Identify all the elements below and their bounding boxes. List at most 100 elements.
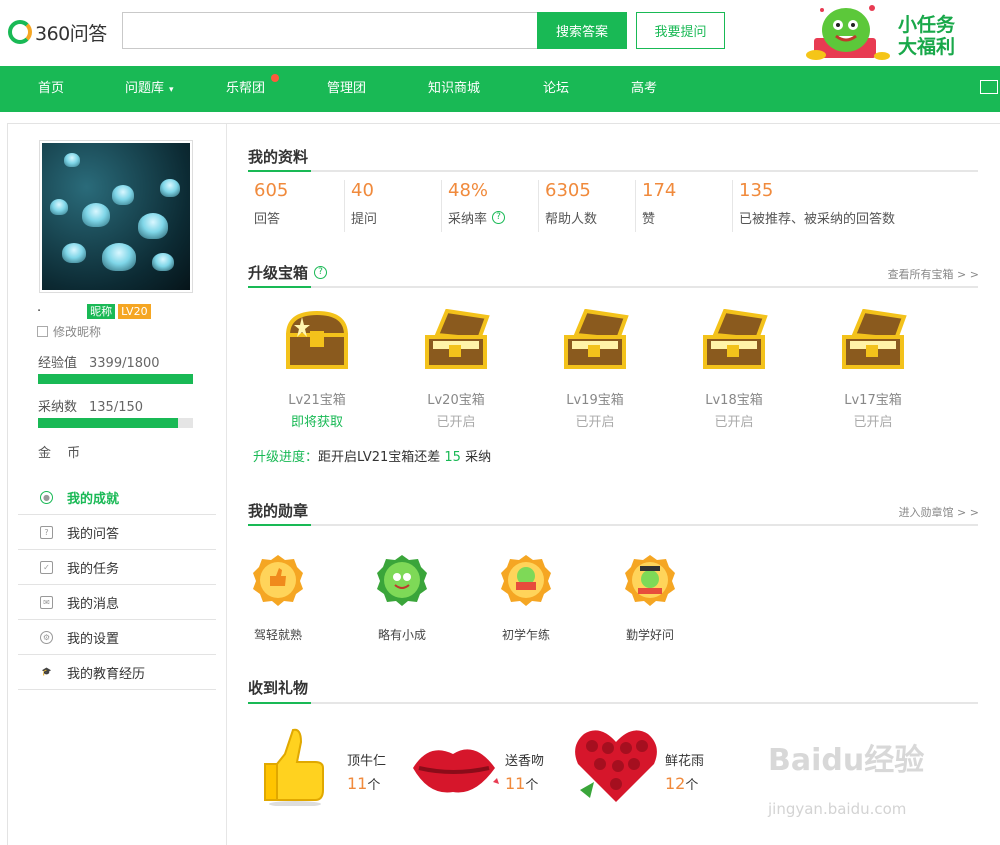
ask-question-button[interactable]: 我要提问 xyxy=(636,12,725,49)
open-chest-icon xyxy=(703,308,768,369)
chest-status: 已开启 xyxy=(714,415,754,430)
exp-value: 3399/1800 xyxy=(89,356,160,371)
chest-status: 已开启 xyxy=(436,415,476,430)
nav-item-label: 问题库 xyxy=(125,81,165,96)
stat-questions[interactable]: 40 提问 xyxy=(345,180,442,232)
gift-name: 顶牛仁 xyxy=(347,754,387,769)
gift-count: 11 xyxy=(505,774,526,793)
open-chest-icon xyxy=(425,308,490,369)
stat-label: 已被推荐、被采纳的回答数 xyxy=(739,212,896,227)
chest-item[interactable]: Lv20宝箱 已开启 xyxy=(406,308,506,430)
calendar-icon: ✓ xyxy=(40,560,53,574)
stat-label: 回答 xyxy=(254,212,281,227)
stat-recommended[interactable]: 135 已被推荐、被采纳的回答数 xyxy=(733,180,933,232)
edit-icon xyxy=(37,326,48,337)
chest-name: Lv21宝箱 xyxy=(288,393,346,408)
help-icon[interactable]: ? xyxy=(314,266,328,279)
nav-item-management[interactable]: 管理团 xyxy=(327,66,366,112)
medal-item[interactable]: 初学乍练 xyxy=(481,554,571,643)
exp-progress-bar xyxy=(38,374,193,384)
progress-label: 升级进度： xyxy=(253,450,319,465)
sidebar-item-messages[interactable]: ✉ 我的消息 xyxy=(18,585,216,620)
gift-count-row: 11个 xyxy=(347,774,407,793)
logo-text: 360问答 xyxy=(35,22,107,45)
promo-banner[interactable]: 小任务 大福利 xyxy=(800,0,990,64)
nav-item-home[interactable]: 首页 xyxy=(38,66,64,112)
nav-item-forum[interactable]: 论坛 xyxy=(543,66,569,112)
avatar[interactable] xyxy=(39,140,193,293)
adopt-value: 135/150 xyxy=(89,400,144,415)
progress-number: 15 xyxy=(444,450,461,465)
medal-name: 略有小成 xyxy=(377,628,426,642)
stat-likes[interactable]: 174 赞 xyxy=(636,180,733,232)
nav-item-question-bank[interactable]: 问题库 ▾ xyxy=(125,66,174,112)
stat-value: 174 xyxy=(642,180,677,201)
coin-label: 金 币 xyxy=(38,446,87,461)
question-icon: ? xyxy=(40,525,53,539)
gift-count-row: 11个 xyxy=(505,774,565,793)
sidebar-item-achievements[interactable]: ● 我的成就 xyxy=(18,480,216,515)
medal-name: 初学乍练 xyxy=(501,628,550,642)
search-input[interactable] xyxy=(122,12,538,49)
chest-status: 已开启 xyxy=(575,415,615,430)
progress-unit: 采纳 xyxy=(465,450,492,465)
help-icon[interactable]: ? xyxy=(492,211,506,224)
sidebar-item-label: 我的消息 xyxy=(67,596,120,612)
chest-name: Lv20宝箱 xyxy=(427,393,485,408)
chest-status: 即将获取 xyxy=(290,415,343,430)
thumbs-up-icon xyxy=(264,728,324,806)
chest-section-header: 升级宝箱 ? xyxy=(248,262,328,283)
sidebar-item-settings[interactable]: ⚙ 我的设置 xyxy=(18,620,216,655)
stat-helped[interactable]: 6305 帮助人数 xyxy=(539,180,636,232)
nickname: · xyxy=(37,303,42,319)
notification-dot xyxy=(271,74,279,82)
stat-value: 48% xyxy=(448,180,489,201)
medal-item[interactable]: 驾轻就熟 xyxy=(233,554,323,643)
closed-chest-icon xyxy=(285,310,349,369)
stat-adopt-rate[interactable]: 48% 采纳率? xyxy=(442,180,539,232)
watermark-logo: Baidu经验 xyxy=(768,743,925,778)
nickname-badge: 昵称 xyxy=(87,303,116,319)
nav-item-gaokao[interactable]: 高考 xyxy=(631,66,657,112)
edit-nickname-link[interactable]: 修改昵称 xyxy=(37,323,101,340)
sidebar-item-education[interactable]: 🎓 我的教育经历 xyxy=(18,655,216,690)
search-button[interactable]: 搜索答案 xyxy=(537,12,627,49)
gift-name: 鲜花雨 xyxy=(665,754,705,769)
book-medal-icon xyxy=(501,555,551,606)
nav-item-lebangtuan[interactable]: 乐帮团 xyxy=(226,66,265,112)
gift-unit: 个 xyxy=(525,778,539,793)
view-all-chests-link[interactable]: 查看所有宝箱 > > xyxy=(888,266,979,282)
open-chest-icon xyxy=(842,308,907,369)
stat-label: 采纳率 xyxy=(448,212,488,227)
monster-mascot-icon xyxy=(806,5,890,60)
medal-item[interactable]: 略有小成 xyxy=(357,554,447,643)
sidebar-item-my-qa[interactable]: ? 我的问答 xyxy=(18,515,216,550)
nav-item-knowledge-mall[interactable]: 知识商城 xyxy=(428,66,480,112)
main-nav: 首页 问题库 ▾ 乐帮团 管理团 知识商城 论坛 高考 xyxy=(0,66,1000,112)
profile-sidebar: · 昵称 LV20 修改昵称 经验值 3399/1800 采纳数 135/150 金… xyxy=(8,124,227,845)
sidebar-item-tasks[interactable]: ✓ 我的任务 xyxy=(18,550,216,585)
stat-label-row: 采纳率? xyxy=(448,208,538,227)
medal-item[interactable]: 勤学好问 xyxy=(605,554,695,643)
chest-item[interactable]: Lv17宝箱 已开启 xyxy=(823,308,923,430)
chest-item[interactable]: Lv19宝箱 已开启 xyxy=(545,308,645,430)
exp-row: 经验值 3399/1800 xyxy=(38,352,160,371)
chest-item[interactable]: Lv18宝箱 已开启 xyxy=(684,308,784,430)
medal-hall-link[interactable]: 进入勋章馆 > > xyxy=(899,504,979,520)
top-bar: 360问答 搜索答案 我要提问 小任务 大福利 xyxy=(0,0,1000,66)
gift-unit: 个 xyxy=(367,778,381,793)
chest-status: 已开启 xyxy=(853,415,893,430)
exp-progress-fill xyxy=(38,374,193,384)
stat-value: 6305 xyxy=(545,180,591,201)
sidebar-item-label: 我的成就 xyxy=(67,491,120,507)
sidebar-menu: ● 我的成就 ? 我的问答 ✓ 我的任务 ✉ 我的消息 ⚙ 我的设置 🎓 我的教育经历 xyxy=(18,480,216,690)
sidebar-item-label: 我的任务 xyxy=(67,561,120,577)
lips-icon xyxy=(413,749,499,793)
stat-value: 40 xyxy=(351,180,374,201)
nickname-row: · 昵称 LV20 xyxy=(37,303,151,319)
site-logo[interactable]: 360问答 xyxy=(8,18,107,46)
stat-answers[interactable]: 605 回答 xyxy=(248,180,345,232)
chest-item[interactable]: Lv21宝箱 即将获取 xyxy=(267,309,367,430)
section-divider xyxy=(248,524,978,526)
mail-icon[interactable] xyxy=(980,80,998,94)
